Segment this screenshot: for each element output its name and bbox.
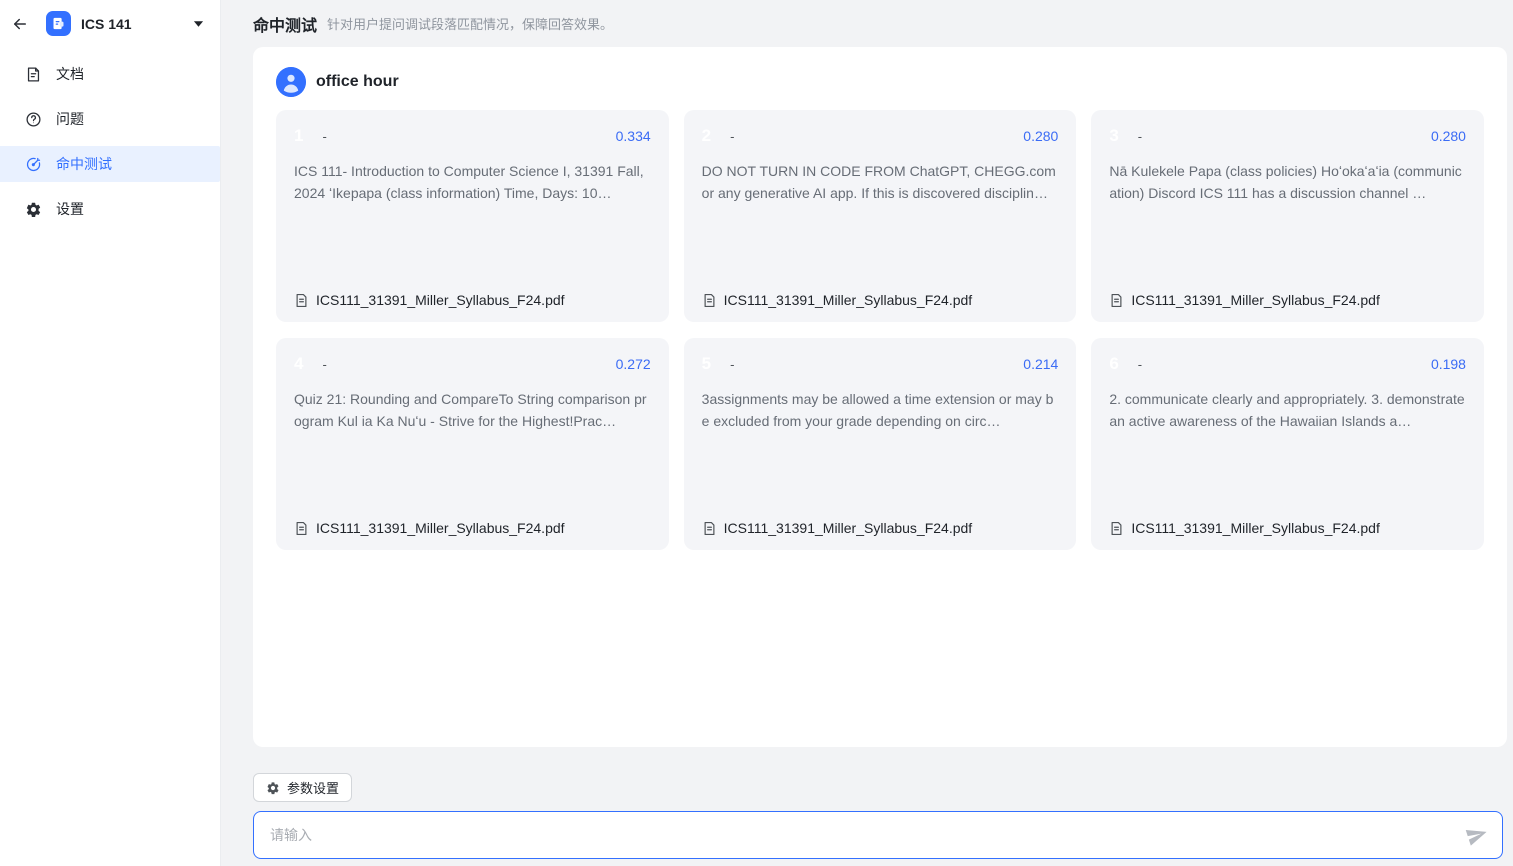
result-snippet: DO NOT TURN IN CODE FROM ChatGPT, CHEGG.… — [702, 160, 1059, 204]
param-settings-label: 参数设置 — [287, 778, 339, 797]
sidebar-item-settings[interactable]: 设置 — [0, 191, 220, 227]
result-snippet: 3assignments may be allowed a time exten… — [702, 388, 1059, 432]
result-card-5[interactable]: 5 - 0.214 3assignments may be allowed a … — [684, 338, 1077, 550]
card-head: 2 - 0.280 — [702, 126, 1059, 146]
result-card-2[interactable]: 2 - 0.280 DO NOT TURN IN CODE FROM ChatG… — [684, 110, 1077, 322]
card-head: 6 - 0.198 — [1109, 354, 1466, 374]
sidebar-item-label: 设置 — [56, 199, 84, 219]
workspace-switcher[interactable] — [189, 16, 208, 32]
result-score: 0.280 — [1431, 128, 1466, 144]
card-head: 4 - 0.272 — [294, 354, 651, 374]
footer-bar: 参数设置 — [221, 747, 1513, 866]
card-head: 5 - 0.214 — [702, 354, 1059, 374]
result-file[interactable]: ICS111_31391_Miller_Syllabus_F24.pdf — [1109, 292, 1466, 308]
result-dash: - — [730, 129, 734, 144]
target-icon — [25, 156, 42, 173]
workspace-logo-icon — [46, 11, 71, 36]
result-file[interactable]: ICS111_31391_Miller_Syllabus_F24.pdf — [294, 520, 651, 536]
result-file-name: ICS111_31391_Miller_Syllabus_F24.pdf — [724, 520, 973, 536]
result-dash: - — [1138, 357, 1142, 372]
file-icon — [1109, 521, 1124, 536]
sidebar-item-documents[interactable]: 文档 — [0, 56, 220, 92]
result-score: 0.280 — [1023, 128, 1058, 144]
sidebar-item-label: 文档 — [56, 64, 84, 84]
result-file-name: ICS111_31391_Miller_Syllabus_F24.pdf — [316, 520, 565, 536]
result-snippet: ICS 111- Introduction to Computer Scienc… — [294, 160, 651, 204]
file-icon — [702, 521, 717, 536]
sidebar-item-label: 命中测试 — [56, 154, 112, 174]
page-header: 命中测试 针对用户提问调试段落匹配情况，保障回答效果。 — [221, 0, 1513, 47]
result-file[interactable]: ICS111_31391_Miller_Syllabus_F24.pdf — [702, 520, 1059, 536]
result-file-name: ICS111_31391_Miller_Syllabus_F24.pdf — [316, 292, 565, 308]
file-icon — [1109, 293, 1124, 308]
sidebar-item-hit-test[interactable]: 命中测试 — [0, 146, 220, 182]
page-subtitle: 针对用户提问调试段落匹配情况，保障回答效果。 — [327, 14, 613, 33]
document-icon — [25, 66, 42, 83]
chevron-down-icon — [193, 20, 204, 28]
result-file[interactable]: ICS111_31391_Miller_Syllabus_F24.pdf — [1109, 520, 1466, 536]
query-text: office hour — [316, 73, 399, 91]
question-icon — [25, 111, 42, 128]
result-dash: - — [1138, 129, 1142, 144]
workspace-name: ICS 141 — [81, 16, 132, 32]
main-area: 命中测试 针对用户提问调试段落匹配情况，保障回答效果。 office hour … — [221, 0, 1513, 866]
result-snippet: Quiz 21: Rounding and CompareTo String c… — [294, 388, 651, 432]
file-icon — [294, 521, 309, 536]
result-card-1[interactable]: 1 - 0.334 ICS 111- Introduction to Compu… — [276, 110, 669, 322]
result-dash: - — [322, 129, 326, 144]
gear-icon — [25, 201, 42, 218]
result-file[interactable]: ICS111_31391_Miller_Syllabus_F24.pdf — [294, 292, 651, 308]
back-button[interactable] — [8, 12, 32, 36]
page-title: 命中测试 — [253, 12, 317, 36]
back-arrow-icon — [11, 15, 29, 33]
sidebar-item-questions[interactable]: 问题 — [0, 101, 220, 137]
send-icon[interactable] — [1463, 821, 1491, 849]
result-score: 0.214 — [1023, 356, 1058, 372]
result-rank: 5 — [702, 354, 711, 374]
result-snippet: Nā Kulekele Papa (class policies) Hoʻoka… — [1109, 160, 1466, 204]
file-icon — [702, 293, 717, 308]
result-score: 0.334 — [616, 128, 651, 144]
param-settings-button[interactable]: 参数设置 — [253, 773, 352, 802]
file-icon — [294, 293, 309, 308]
result-card-4[interactable]: 4 - 0.272 Quiz 21: Rounding and CompareT… — [276, 338, 669, 550]
result-rank: 1 — [294, 126, 303, 146]
user-avatar-icon — [276, 67, 306, 97]
card-head: 3 - 0.280 — [1109, 126, 1466, 146]
result-file[interactable]: ICS111_31391_Miller_Syllabus_F24.pdf — [702, 292, 1059, 308]
card-head: 1 - 0.334 — [294, 126, 651, 146]
result-file-name: ICS111_31391_Miller_Syllabus_F24.pdf — [1131, 292, 1380, 308]
result-score: 0.272 — [616, 356, 651, 372]
result-rank: 2 — [702, 126, 711, 146]
result-rank: 6 — [1109, 354, 1118, 374]
result-rank: 4 — [294, 354, 303, 374]
result-file-name: ICS111_31391_Miller_Syllabus_F24.pdf — [724, 292, 973, 308]
query-input[interactable] — [270, 812, 1466, 858]
result-card-6[interactable]: 6 - 0.198 2. communicate clearly and app… — [1091, 338, 1484, 550]
result-cards-grid: 1 - 0.334 ICS 111- Introduction to Compu… — [276, 110, 1484, 550]
sidebar-nav: 文档 问题 命中测试 设置 — [0, 47, 220, 236]
result-rank: 3 — [1109, 126, 1118, 146]
gear-icon — [266, 781, 280, 795]
results-panel: office hour 1 - 0.334 ICS 111- Introduct… — [253, 47, 1507, 747]
result-file-name: ICS111_31391_Miller_Syllabus_F24.pdf — [1131, 520, 1380, 536]
result-card-3[interactable]: 3 - 0.280 Nā Kulekele Papa (class polici… — [1091, 110, 1484, 322]
query-composer — [253, 811, 1503, 859]
result-dash: - — [730, 357, 734, 372]
query-row: office hour — [276, 66, 1484, 98]
sidebar-item-label: 问题 — [56, 109, 84, 129]
sidebar: ICS 141 文档 问题 命中测试 设置 — [0, 0, 221, 866]
sidebar-header: ICS 141 — [0, 0, 220, 47]
result-dash: - — [322, 357, 326, 372]
result-snippet: 2. communicate clearly and appropriately… — [1109, 388, 1466, 432]
result-score: 0.198 — [1431, 356, 1466, 372]
